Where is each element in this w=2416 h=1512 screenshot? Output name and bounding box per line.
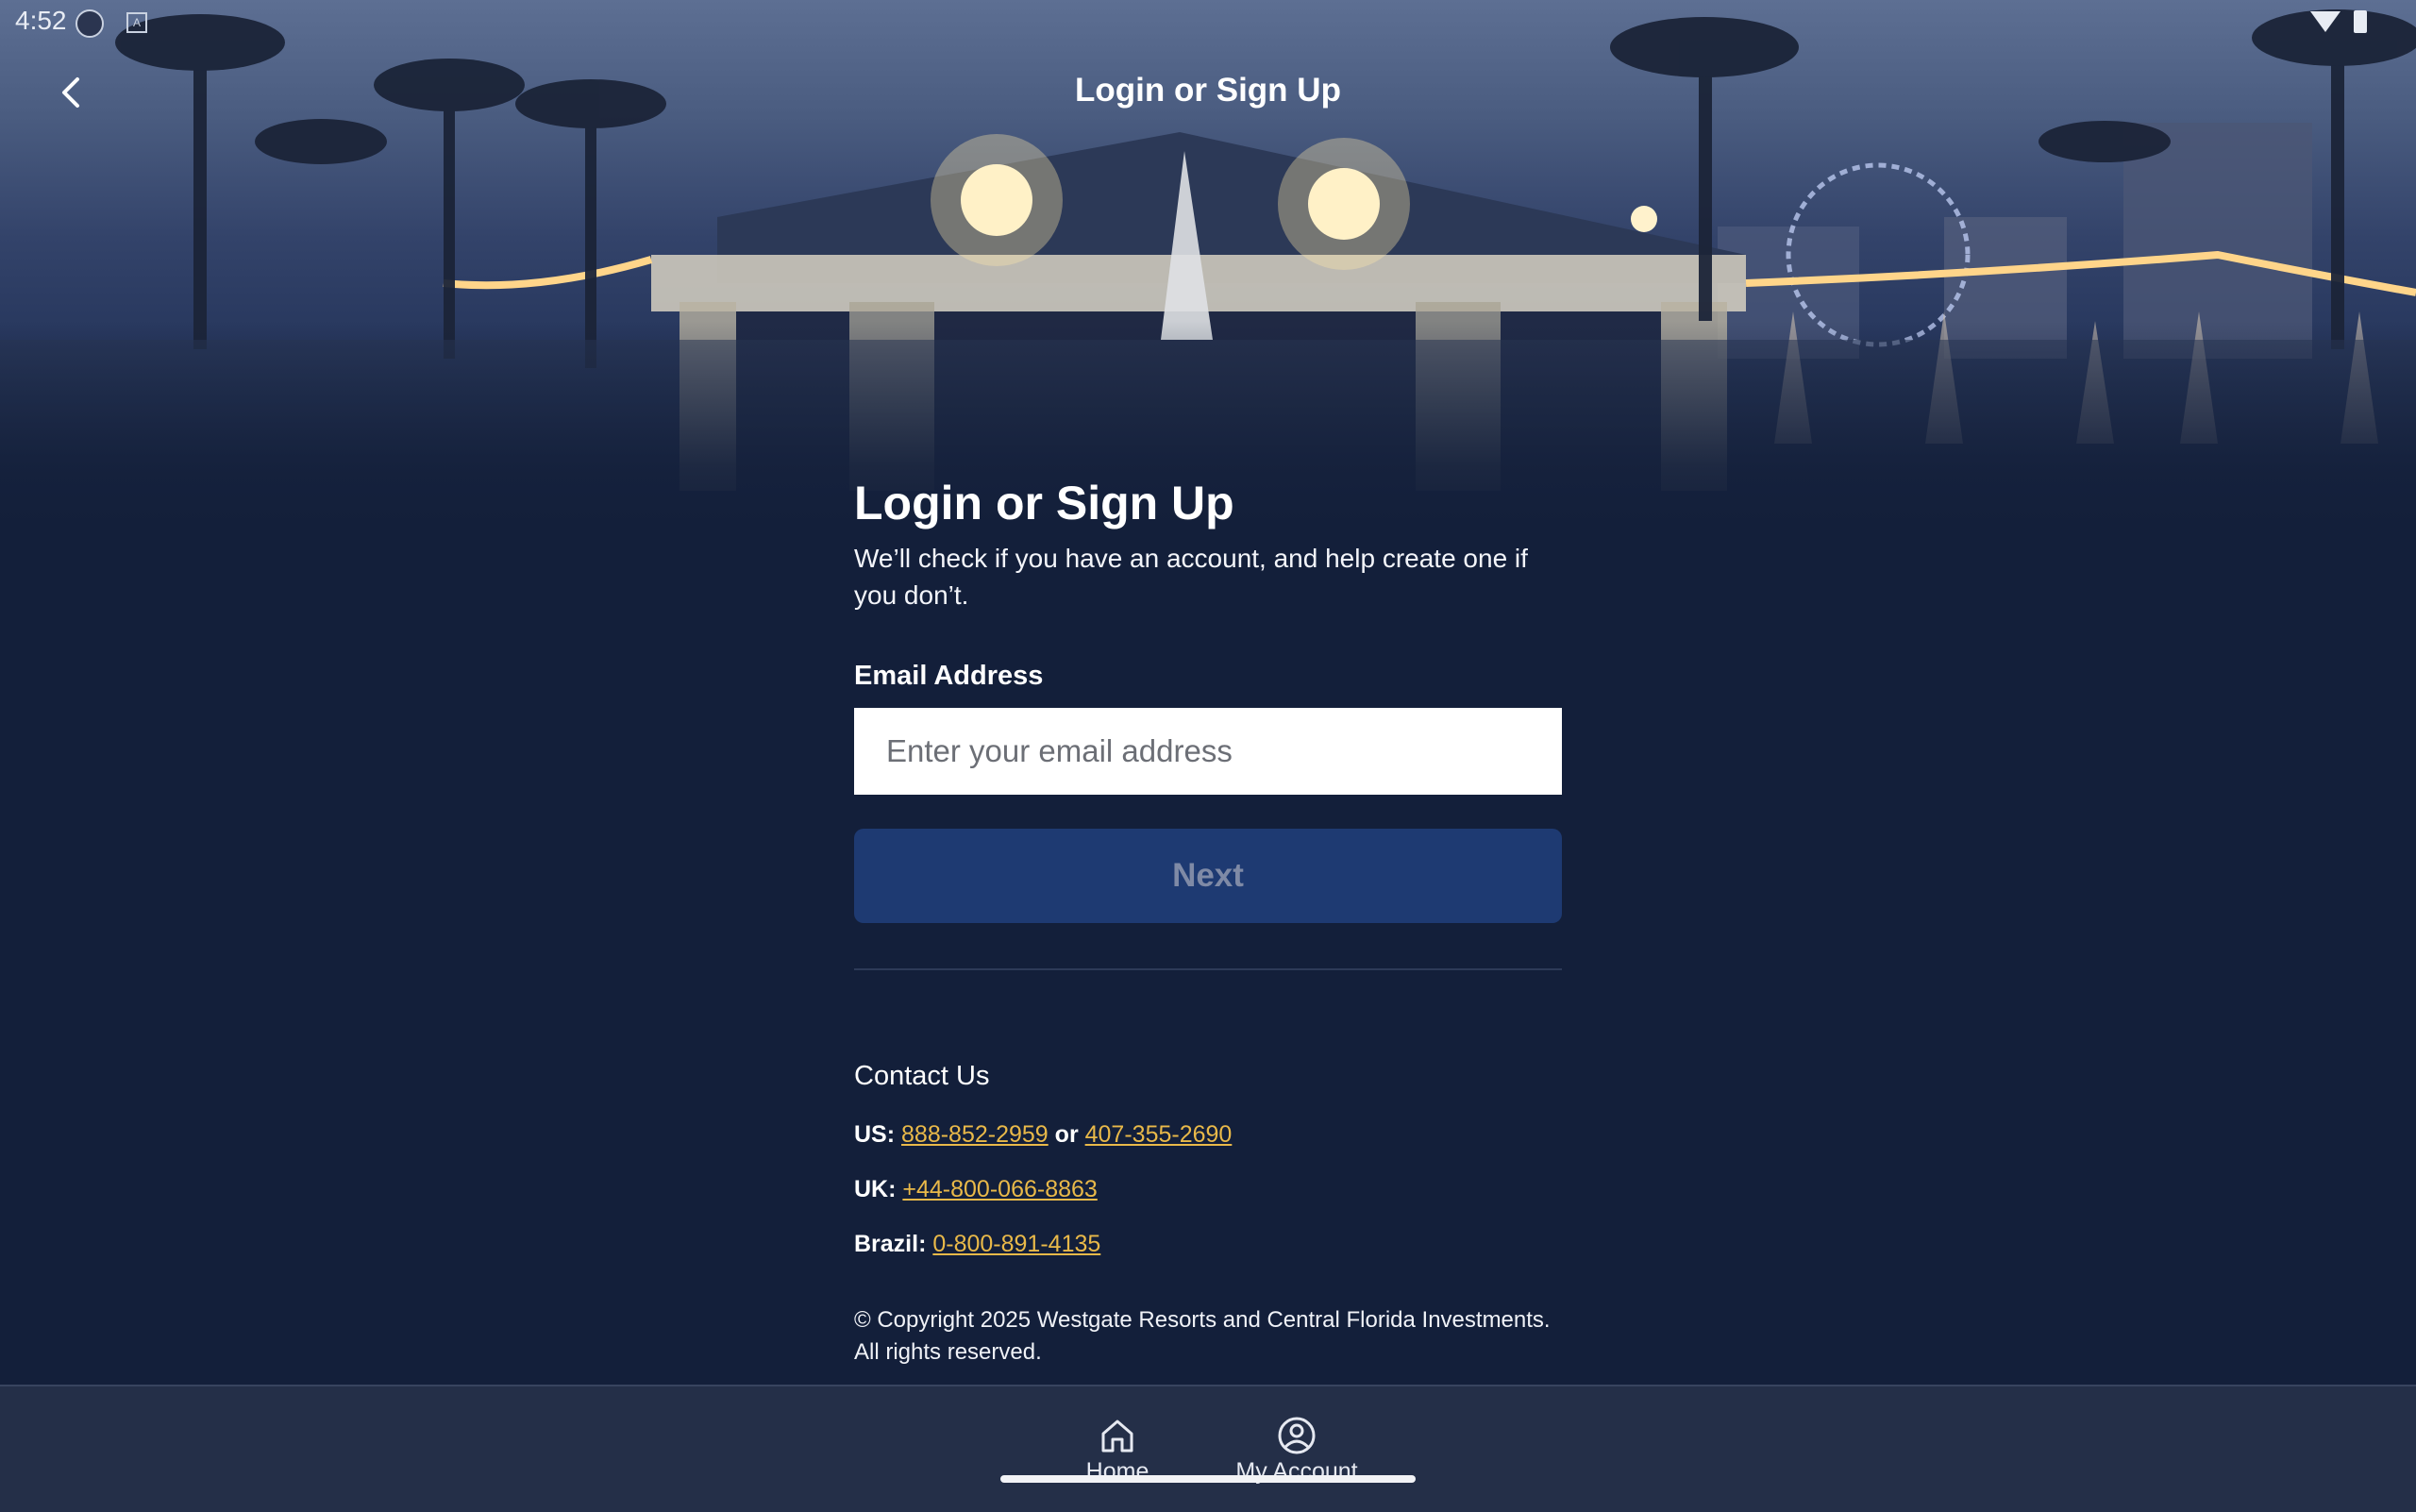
account-circle-icon xyxy=(1278,1417,1316,1454)
uk-label: UK: xyxy=(854,1176,897,1202)
page-title: Login or Sign Up xyxy=(854,477,1234,529)
us-or-text: or xyxy=(1054,1121,1079,1148)
page-subtitle: We’ll check if you have an account, and … xyxy=(854,544,1528,610)
uk-phone-link[interactable]: +44-800-066-8863 xyxy=(902,1176,1097,1202)
us-label: US: xyxy=(854,1121,896,1148)
us-phone-link-1[interactable]: 888-852-2959 xyxy=(901,1121,1049,1148)
email-label: Email Address xyxy=(854,661,1044,691)
bottom-navigation: Home My Account xyxy=(0,1385,2416,1512)
toolbar-title: Login or Sign Up xyxy=(1075,72,1341,109)
next-button[interactable]: Next xyxy=(854,829,1562,923)
contact-brazil-line: Brazil: 0-800-891-4135 xyxy=(854,1231,1100,1258)
battery-icon xyxy=(2354,10,2367,33)
status-bar: 4:52 A xyxy=(0,0,2416,45)
login-header: Login or Sign Up We’ll check if you have… xyxy=(854,472,1562,613)
contact-heading: Contact Us xyxy=(854,1061,990,1091)
media-icon xyxy=(76,9,104,38)
us-phone-link-2[interactable]: 407-355-2690 xyxy=(1085,1121,1233,1148)
wifi-icon xyxy=(2310,11,2340,32)
home-icon xyxy=(1101,1420,1133,1453)
brazil-phone-link[interactable]: 0-800-891-4135 xyxy=(932,1231,1100,1257)
status-time: 4:52 xyxy=(15,6,67,35)
brazil-label: Brazil: xyxy=(854,1231,927,1257)
contact-uk-line: UK: +44-800-066-8863 xyxy=(854,1176,1098,1203)
keyboard-icon: A xyxy=(126,12,147,33)
divider xyxy=(854,968,1562,970)
copyright-text: © Copyright 2025 Westgate Resorts and Ce… xyxy=(854,1307,1551,1365)
gesture-handle[interactable] xyxy=(1000,1475,1416,1483)
contact-us-line: US: 888-852-2959 or 407-355-2690 xyxy=(854,1121,1232,1149)
email-field[interactable] xyxy=(854,708,1562,795)
